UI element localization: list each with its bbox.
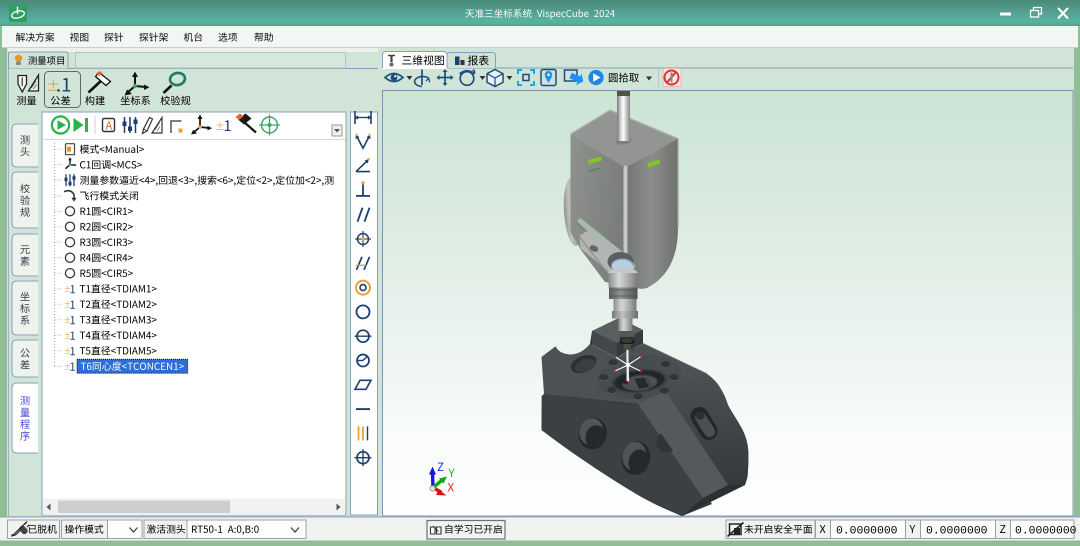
svg-text:0.0000000: 0.0000000 [926, 525, 988, 537]
svg-text:0.0000000: 0.0000000 [836, 525, 898, 537]
svg-text:0.0000000: 0.0000000 [1015, 525, 1077, 537]
